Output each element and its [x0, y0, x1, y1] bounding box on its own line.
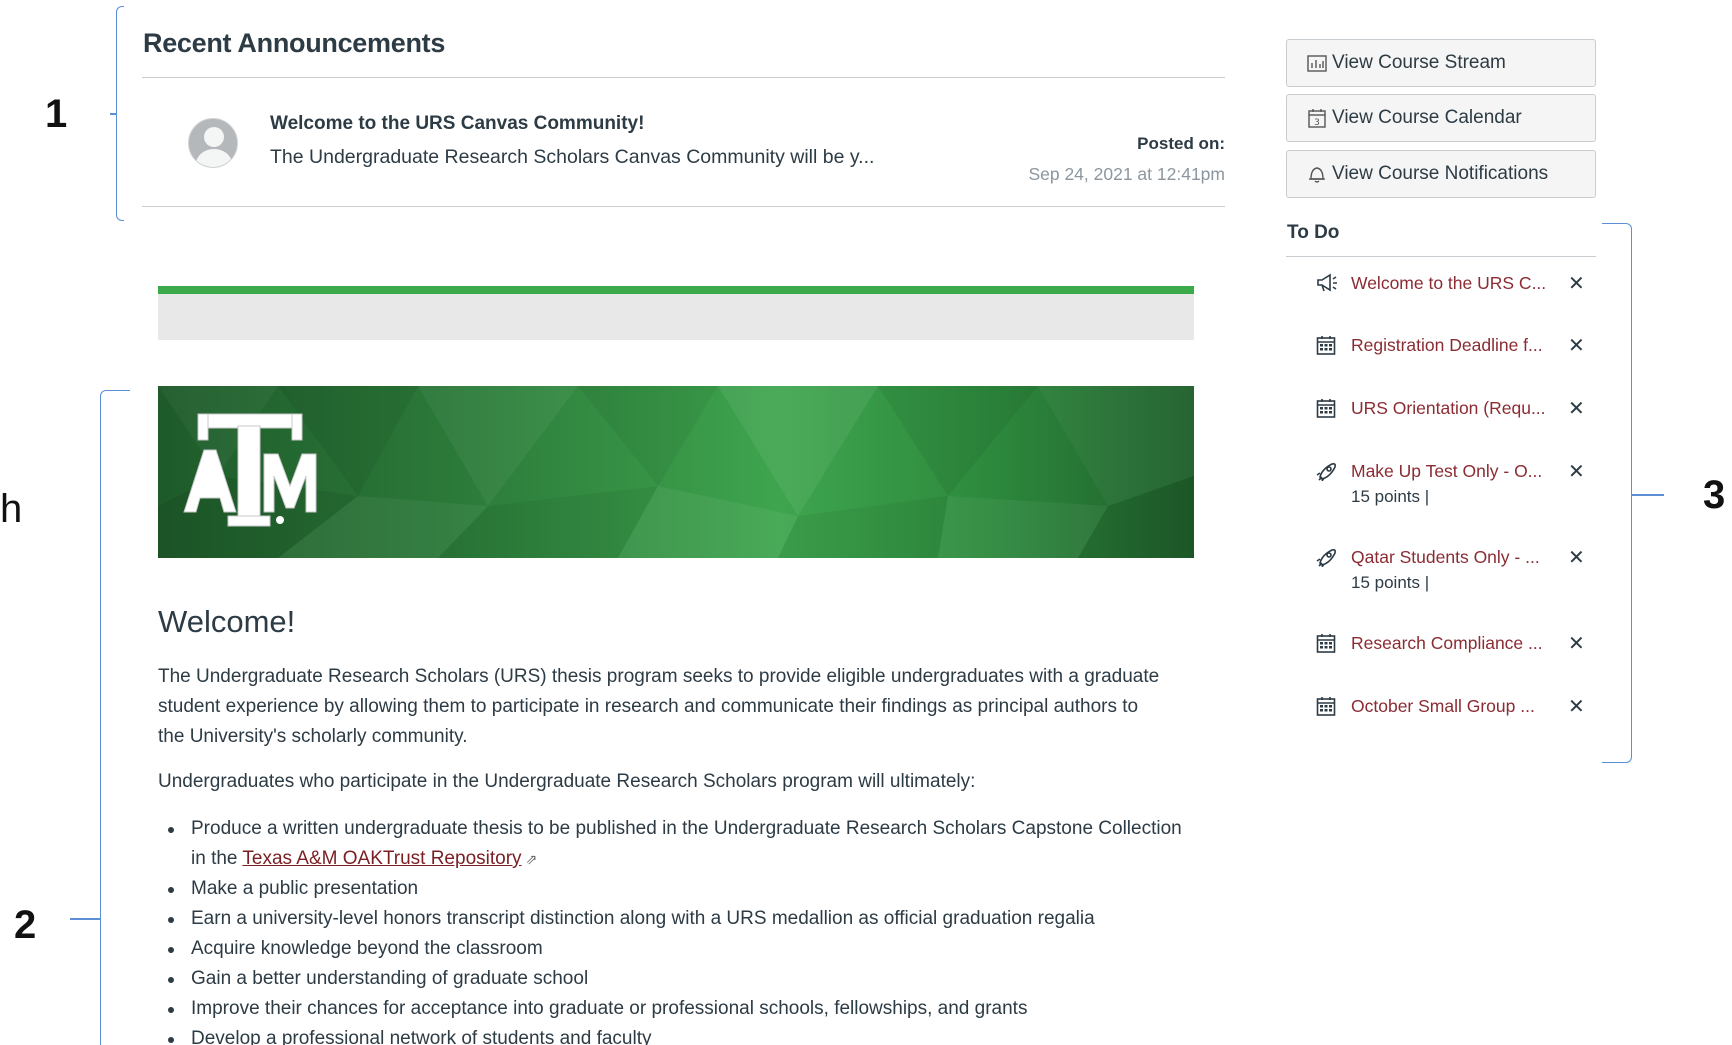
view-course-notifications-label: View Course Notifications — [1332, 163, 1549, 184]
todo-item-points: 15 points | — [1351, 487, 1430, 506]
annotation-tick-2 — [70, 918, 100, 920]
quiz-rocket-icon — [1316, 461, 1338, 483]
announcements-top-divider — [142, 77, 1225, 78]
calendar-icon: 3 — [1305, 108, 1329, 128]
annotation-bracket-3 — [1602, 223, 1632, 763]
benefits-list: Produce a written undergraduate thesis t… — [158, 814, 1198, 1045]
view-course-calendar-button[interactable]: 3 View Course Calendar — [1286, 94, 1596, 142]
todo-item-title[interactable]: Registration Deadline f... — [1351, 335, 1543, 356]
announcements-bottom-divider — [142, 206, 1225, 207]
dismiss-icon[interactable]: ✕ — [1568, 336, 1585, 356]
todo-item-title[interactable]: URS Orientation (Requ... — [1351, 398, 1546, 419]
list-item: Develop a professional network of studen… — [158, 1024, 1198, 1045]
annotation-tick-3 — [1632, 494, 1664, 496]
svg-text:3: 3 — [1314, 118, 1320, 128]
list-item: Earn a university-level honors transcrip… — [158, 904, 1198, 934]
dismiss-icon[interactable]: ✕ — [1568, 274, 1585, 294]
dismiss-icon[interactable]: ✕ — [1568, 399, 1585, 419]
todo-item-points: 15 points | — [1351, 573, 1430, 592]
todo-item-title[interactable]: Make Up Test Only - O... — [1351, 461, 1542, 482]
course-banner — [158, 386, 1194, 558]
dismiss-icon[interactable]: ✕ — [1568, 462, 1585, 482]
list-item: Make a public presentation — [158, 874, 1198, 904]
annotation-tick-1 — [110, 113, 117, 115]
annotation-bracket-2 — [100, 390, 130, 1045]
annotation-label-1: 1 — [45, 92, 68, 136]
view-course-stream-label: View Course Stream — [1332, 52, 1506, 73]
list-item: Acquire knowledge beyond the classroom — [158, 934, 1198, 964]
todo-item-title[interactable]: Research Compliance ... — [1351, 633, 1543, 654]
bell-icon — [1305, 164, 1329, 184]
welcome-heading: Welcome! — [158, 604, 296, 639]
calendar-icon — [1316, 335, 1338, 357]
list-item: Gain a better understanding of graduate … — [158, 964, 1198, 994]
view-course-calendar-label: View Course Calendar — [1332, 107, 1522, 128]
banner-gray-band — [158, 294, 1194, 340]
todo-item-title[interactable]: Welcome to the URS C... — [1351, 273, 1546, 294]
list-item: Produce a written undergraduate thesis t… — [158, 814, 1198, 874]
calendar-icon — [1316, 633, 1338, 655]
annotation-bracket-1 — [116, 6, 124, 221]
dismiss-icon[interactable]: ✕ — [1568, 634, 1585, 654]
announcement-avatar[interactable] — [188, 118, 238, 168]
list-item: Improve their chances for acceptance int… — [158, 994, 1198, 1024]
external-link-icon: ⇗ — [525, 851, 538, 867]
announcement-title-link[interactable]: Welcome to the URS Canvas Community! — [270, 113, 644, 135]
todo-item-title[interactable]: October Small Group ... — [1351, 696, 1535, 717]
oaktrust-repository-link[interactable]: Texas A&M OAKTrust Repository — [242, 848, 521, 869]
calendar-icon — [1316, 696, 1338, 718]
quiz-rocket-icon — [1316, 547, 1338, 569]
dismiss-icon[interactable]: ✕ — [1568, 697, 1585, 717]
recent-announcements-heading: Recent Announcements — [143, 28, 446, 58]
stream-chart-icon — [1305, 54, 1329, 72]
welcome-paragraph-1: The Undergraduate Research Scholars (URS… — [158, 666, 1160, 747]
announcement-posted-label: Posted on: — [1137, 134, 1225, 153]
announcement-posted-date: Sep 24, 2021 at 12:41pm — [1028, 164, 1225, 184]
calendar-icon — [1316, 398, 1338, 420]
welcome-paragraph-2: Undergraduates who participate in the Un… — [158, 771, 976, 792]
annotation-label-h: h — [0, 487, 23, 531]
atm-logo-icon — [183, 413, 317, 527]
annotation-label-3: 3 — [1703, 473, 1726, 517]
todo-item-title[interactable]: Qatar Students Only - ... — [1351, 547, 1540, 568]
view-course-notifications-button[interactable]: View Course Notifications — [1286, 150, 1596, 198]
banner-accent-bar — [158, 286, 1194, 294]
view-course-stream-button[interactable]: View Course Stream — [1286, 39, 1596, 87]
todo-heading: To Do — [1287, 222, 1340, 243]
dismiss-icon[interactable]: ✕ — [1568, 548, 1585, 568]
todo-divider — [1286, 256, 1596, 257]
announcement-message: The Undergraduate Research Scholars Canv… — [270, 146, 875, 168]
annotation-label-2: 2 — [14, 903, 37, 947]
announcement-icon — [1316, 273, 1338, 295]
